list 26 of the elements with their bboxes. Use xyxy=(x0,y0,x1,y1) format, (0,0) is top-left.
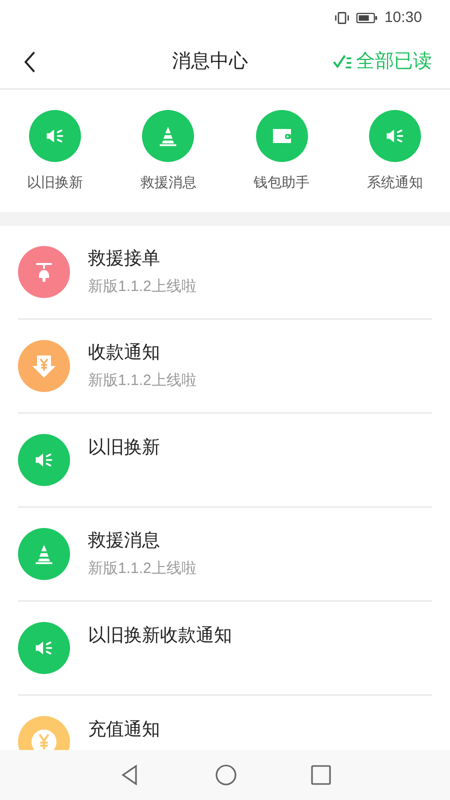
message-title: 救援消息 xyxy=(88,529,161,552)
category-button[interactable]: 以旧换新 xyxy=(2,110,108,192)
message-row[interactable]: 以旧换新 xyxy=(18,414,432,508)
category-button[interactable]: 救援消息 xyxy=(115,110,222,192)
vibrate-icon xyxy=(334,11,350,25)
message-title: 以旧换新 xyxy=(88,436,161,459)
message-title: 充值通知 xyxy=(88,718,161,741)
message-title: 救援接单 xyxy=(88,247,161,270)
message-row[interactable]: 收款通知 新版1.1.2上线啦 xyxy=(18,320,432,414)
message-subtitle: 新版1.1.2上线啦 xyxy=(88,559,198,580)
message-subtitle: 新版1.1.2上线啦 xyxy=(88,371,198,392)
cone-icon xyxy=(157,124,180,146)
page-title: 消息中心 xyxy=(172,50,248,74)
category-button[interactable]: 系统通知 xyxy=(342,110,448,192)
clock-time: 10:30 xyxy=(384,8,422,28)
message-row[interactable]: 以旧换新收款通知 xyxy=(18,602,432,696)
battery-icon xyxy=(356,12,378,24)
message-row[interactable]: 救援接单 新版1.1.2上线啦 xyxy=(18,226,432,320)
message-subtitle: 新版1.1.2上线啦 xyxy=(88,277,198,298)
recents-nav-button[interactable] xyxy=(311,765,331,785)
message-title: 以旧换新收款通知 xyxy=(88,624,233,647)
home-nav-button[interactable] xyxy=(215,764,237,786)
cone-icon xyxy=(33,543,55,565)
message-title: 收款通知 xyxy=(88,341,161,364)
message-row[interactable]: 救援消息 新版1.1.2上线啦 xyxy=(18,508,432,602)
category-button[interactable]: 钱包助手 xyxy=(228,110,335,192)
